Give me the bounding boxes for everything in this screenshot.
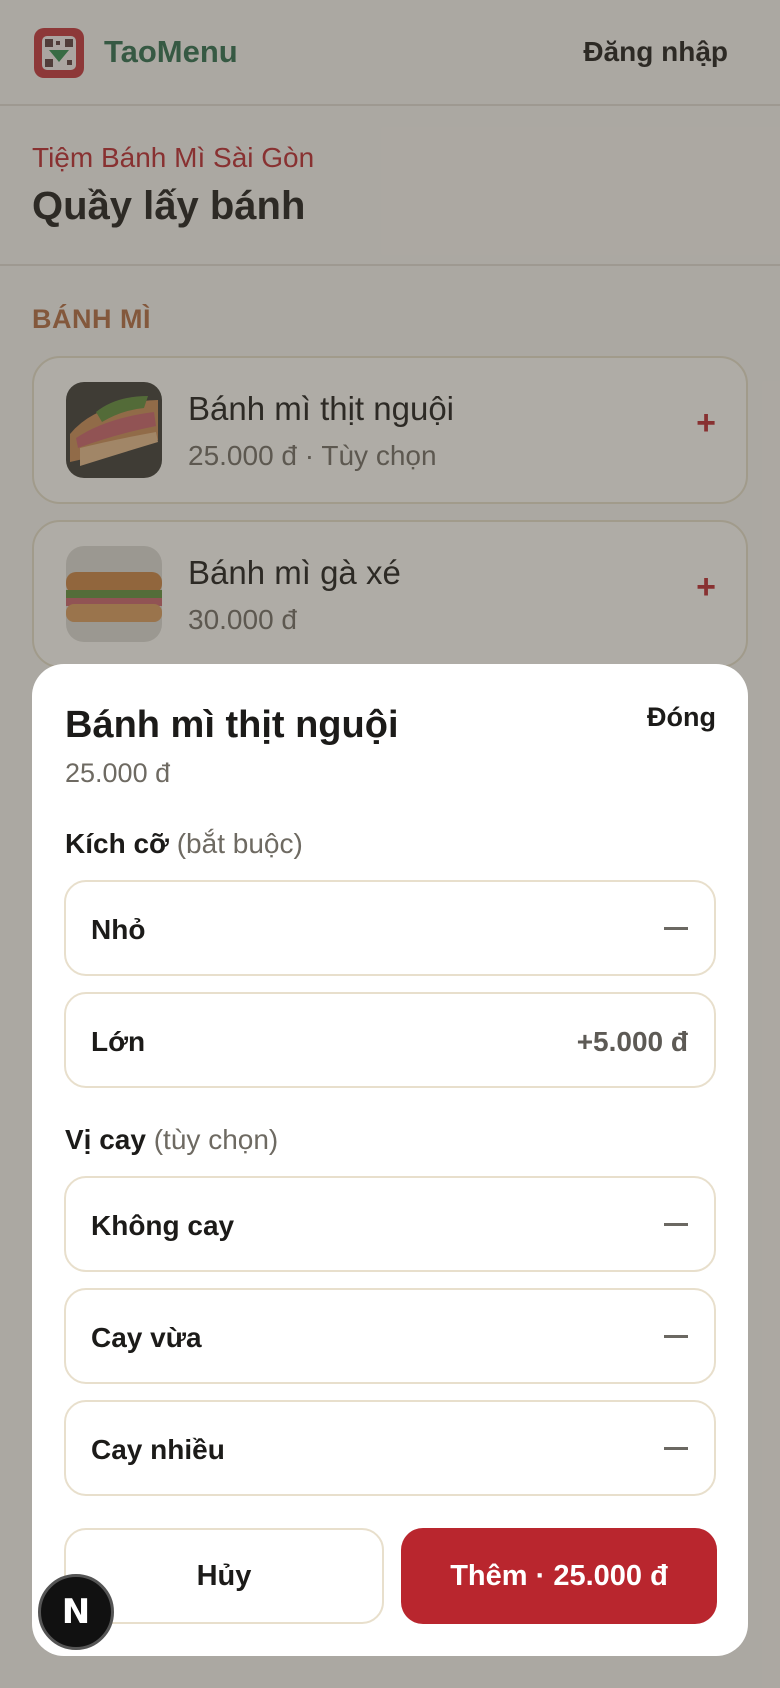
- option-label: Nhỏ: [91, 914, 146, 945]
- option-group-name: Vị cay: [65, 1124, 146, 1155]
- option-group-title: Kích cỡ (bắt buộc): [65, 828, 303, 860]
- option-size-small[interactable]: Nhỏ: [64, 880, 716, 976]
- close-button[interactable]: Đóng: [647, 702, 716, 733]
- option-label: Cay vừa: [91, 1322, 202, 1353]
- option-label: Lớn: [91, 1026, 146, 1057]
- option-spice-none[interactable]: Không cay: [64, 1176, 716, 1272]
- option-size-large[interactable]: Lớn +5.000 đ: [64, 992, 716, 1088]
- no-extra-charge-dash-icon: [664, 1223, 688, 1226]
- no-extra-charge-dash-icon: [664, 1447, 688, 1450]
- option-label: Cay nhiều: [91, 1434, 225, 1465]
- option-group-note: (tùy chọn): [153, 1124, 279, 1155]
- option-group-note: (bắt buộc): [176, 828, 303, 859]
- option-spice-hot[interactable]: Cay nhiều: [64, 1400, 716, 1496]
- option-price: +5.000 đ: [576, 1026, 688, 1057]
- option-spice-medium[interactable]: Cay vừa: [64, 1288, 716, 1384]
- no-extra-charge-dash-icon: [664, 927, 688, 930]
- nextjs-dev-badge-icon[interactable]: N: [38, 1574, 114, 1650]
- sheet-base-price: 25.000 đ: [65, 758, 171, 788]
- item-options-sheet: Bánh mì thịt nguội 25.000 đ Đóng Kích cỡ…: [32, 664, 748, 1656]
- sheet-title: Bánh mì thịt nguội: [65, 704, 399, 746]
- no-extra-charge-dash-icon: [664, 1335, 688, 1338]
- option-label: Không cay: [91, 1210, 235, 1241]
- option-group-name: Kích cỡ: [65, 828, 169, 859]
- add-to-order-button[interactable]: Thêm · 25.000 đ: [401, 1528, 717, 1624]
- option-group-title: Vị cay (tùy chọn): [65, 1124, 278, 1156]
